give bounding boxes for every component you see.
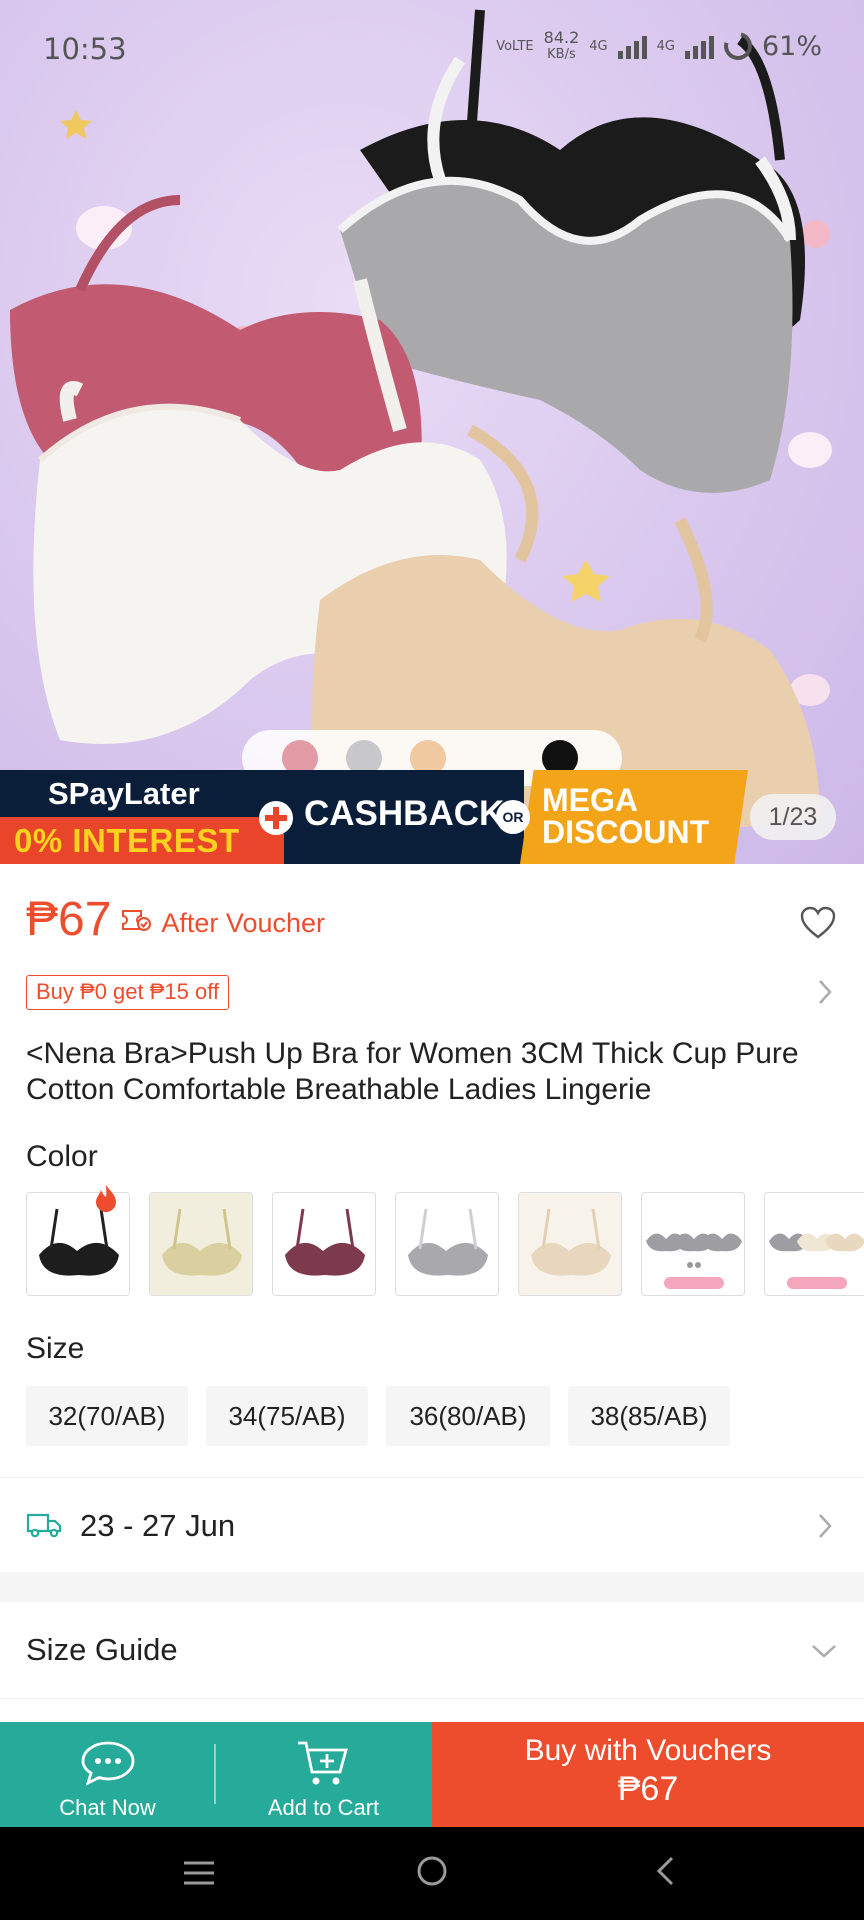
delivery-dates: 23 - 27 Jun bbox=[80, 1508, 236, 1543]
hot-flame-icon bbox=[96, 1185, 116, 1212]
color-option-grey[interactable] bbox=[395, 1192, 499, 1296]
promo-banner: SPayLater 0% INTEREST CASHBACK OR MEGA D… bbox=[0, 770, 864, 864]
size-option[interactable]: 36(80/AB) bbox=[386, 1386, 550, 1446]
signal-icon bbox=[684, 33, 714, 59]
buy-price: ₱67 bbox=[617, 1770, 679, 1808]
color-option-nude[interactable] bbox=[518, 1192, 622, 1296]
color-option-set-mixed[interactable] bbox=[764, 1192, 864, 1296]
bra-thumbnail bbox=[769, 1233, 864, 1289]
color-options bbox=[26, 1192, 864, 1296]
chevron-right-icon bbox=[819, 1514, 832, 1538]
bra-thumbnail bbox=[519, 1193, 621, 1295]
after-voucher-label: After Voucher bbox=[161, 908, 326, 938]
price-row: ₱67 After Voucher bbox=[26, 892, 325, 947]
battery-icon bbox=[718, 26, 758, 66]
spaylater-text: SPayLater bbox=[48, 776, 200, 811]
color-option-set-grey[interactable] bbox=[641, 1192, 745, 1296]
product-price: ₱67 bbox=[26, 893, 112, 946]
chat-now-button[interactable]: Chat Now bbox=[0, 1722, 215, 1827]
add-cart-icon bbox=[298, 1741, 348, 1785]
image-counter: 1/23 bbox=[750, 794, 836, 840]
mega-discount-text: MEGA DISCOUNT bbox=[542, 782, 710, 850]
buy-label: Buy with Vouchers bbox=[524, 1734, 772, 1767]
chevron-right-icon[interactable] bbox=[816, 978, 834, 1006]
section-gap bbox=[0, 1572, 864, 1602]
home-icon[interactable] bbox=[416, 1855, 448, 1887]
action-separator bbox=[214, 1744, 216, 1804]
cashback-text: CASHBACK bbox=[304, 794, 505, 833]
network-speed: 84.2 KB/s bbox=[543, 28, 580, 63]
menu-icon[interactable] bbox=[182, 1859, 216, 1887]
product-image-gallery[interactable]: 10:53 VoLTE 84.2 KB/s 4G 4G 61% SPayLate… bbox=[0, 0, 864, 864]
add-to-cart-label: Add to Cart bbox=[267, 1795, 380, 1820]
size-guide-row[interactable]: Size Guide bbox=[0, 1602, 864, 1698]
voucher-icon bbox=[122, 909, 152, 931]
add-to-cart-button[interactable]: Add to Cart bbox=[215, 1722, 432, 1827]
interest-text: 0% INTEREST bbox=[14, 822, 240, 859]
truck-icon bbox=[26, 1513, 62, 1538]
or-badge: OR bbox=[496, 800, 530, 834]
bra-thumbnail bbox=[646, 1233, 742, 1289]
size-option[interactable]: 32(70/AB) bbox=[26, 1386, 188, 1446]
buy-with-vouchers-button[interactable]: Buy with Vouchers ₱67 bbox=[432, 1722, 864, 1827]
divider bbox=[0, 1698, 864, 1699]
product-title: <Nena Bra>Push Up Bra for Women 3CM Thic… bbox=[26, 1037, 799, 1106]
delivery-row[interactable]: 23 - 27 Jun bbox=[0, 1478, 864, 1572]
color-option-beige[interactable] bbox=[149, 1192, 253, 1296]
size-label: Size bbox=[26, 1332, 85, 1365]
battery-percent: 61% bbox=[761, 30, 822, 62]
chat-now-label: Chat Now bbox=[59, 1795, 156, 1820]
bra-thumbnail bbox=[150, 1193, 252, 1295]
signal-1-label: 4G bbox=[589, 38, 608, 54]
status-bar: 10:53 VoLTE 84.2 KB/s 4G 4G 61% bbox=[0, 0, 864, 100]
bra-thumbnail bbox=[285, 1208, 365, 1276]
favorite-heart-icon[interactable] bbox=[800, 906, 836, 940]
system-nav-bar bbox=[0, 1827, 864, 1920]
status-icons: VoLTE 84.2 KB/s 4G 4G 61% bbox=[496, 26, 822, 66]
plus-icon bbox=[259, 801, 293, 835]
volte-indicator: VoLTE bbox=[496, 38, 534, 54]
color-option-wine[interactable] bbox=[272, 1192, 376, 1296]
size-guide-label: Size Guide bbox=[26, 1632, 178, 1667]
back-icon[interactable] bbox=[654, 1855, 676, 1887]
bottom-action-bar: Chat Now Add to Cart Buy with Vouchers ₱… bbox=[0, 1722, 864, 1827]
status-time: 10:53 bbox=[43, 32, 127, 66]
signal-2-label: 4G bbox=[656, 38, 675, 54]
size-option[interactable]: 38(85/AB) bbox=[568, 1386, 730, 1446]
voucher-tag[interactable]: Buy ₱0 get ₱15 off bbox=[26, 975, 230, 1010]
bra-thumbnail bbox=[408, 1208, 488, 1276]
size-option[interactable]: 34(75/AB) bbox=[206, 1386, 368, 1446]
color-label: Color bbox=[26, 1140, 98, 1173]
signal-icon bbox=[617, 33, 647, 59]
chevron-down-icon bbox=[812, 1645, 836, 1658]
chat-icon bbox=[81, 1741, 135, 1786]
